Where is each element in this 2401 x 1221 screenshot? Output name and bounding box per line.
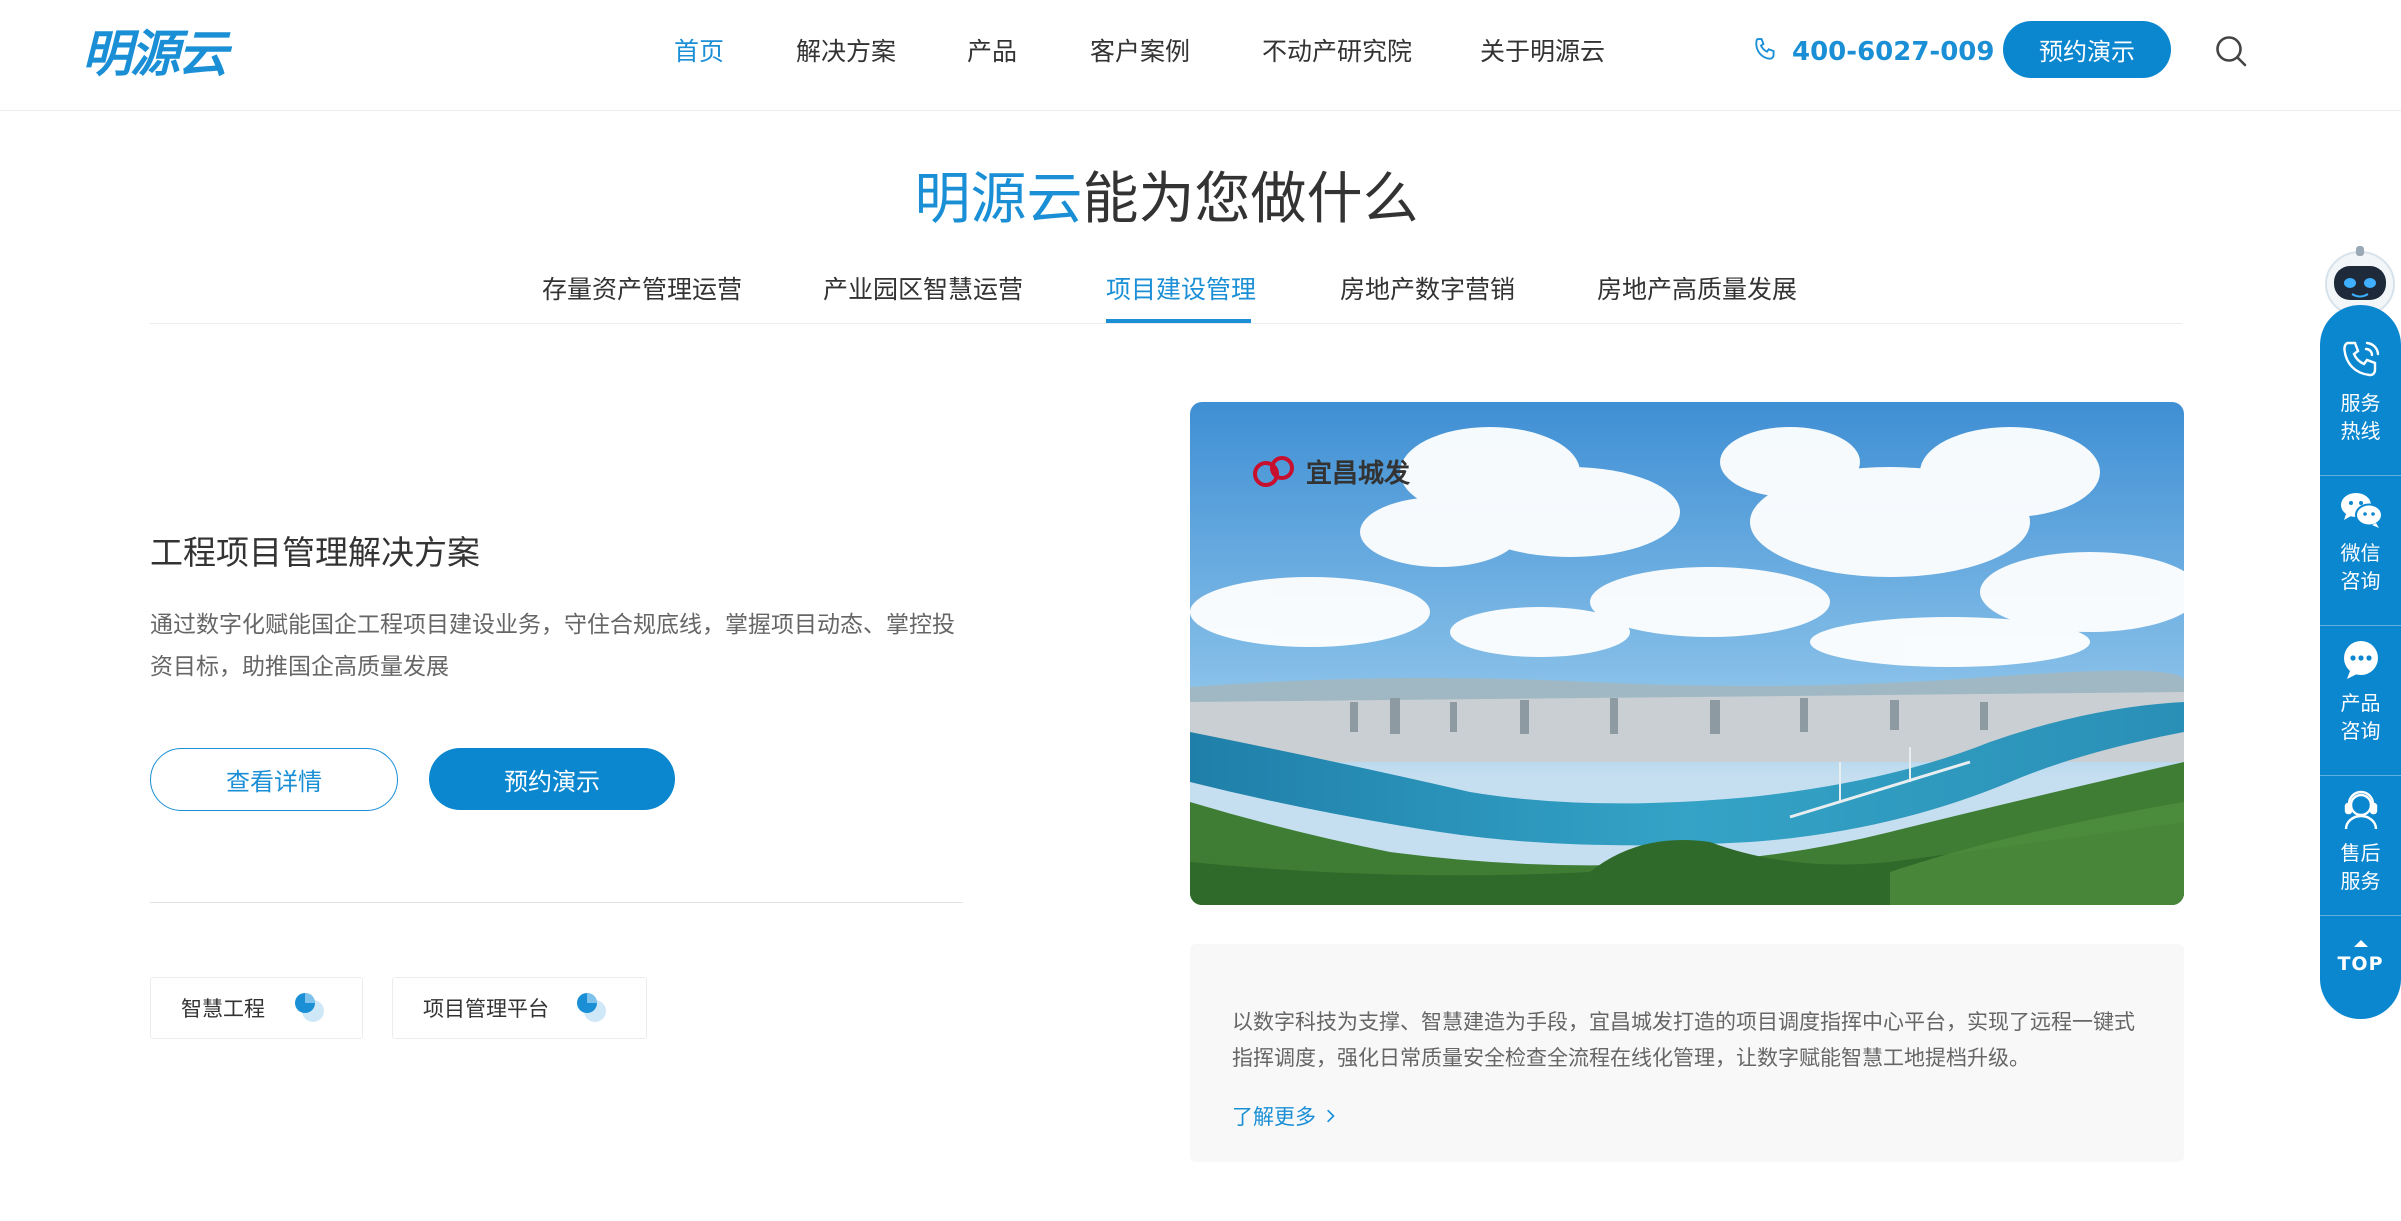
- phone-hotline[interactable]: 400-6027-009: [1752, 32, 1995, 72]
- case-photo: 宜昌城发: [1190, 402, 2184, 905]
- sidebar-item-after-sales[interactable]: 售后服务: [2320, 765, 2401, 915]
- sidebar-item-service-hotline[interactable]: 服务热线: [2320, 315, 2401, 465]
- tab-asset-operation[interactable]: 存量资产管理运营: [542, 270, 742, 310]
- chat-bubble-icon: [2338, 637, 2384, 683]
- sidebar-item-label: 产品咨询: [2340, 691, 2381, 743]
- search-icon[interactable]: [2213, 33, 2249, 69]
- float-sidebar: 服务热线 微信咨询 产品咨询 售后服务 TOP: [2320, 305, 2401, 1019]
- phone-icon: [1752, 35, 1780, 70]
- product-cube-icon: [571, 990, 611, 1026]
- learn-more-link[interactable]: 了解更多: [1232, 1102, 1336, 1132]
- tab-quality-development[interactable]: 房地产高质量发展: [1597, 270, 1797, 310]
- sidebar-item-label: 售后服务: [2340, 841, 2381, 893]
- sidebar-item-label: 服务热线: [2340, 391, 2381, 443]
- content-divider: [150, 902, 963, 903]
- sidebar-item-wechat[interactable]: 微信咨询: [2320, 465, 2401, 615]
- phone-number: 400-6027-009: [1792, 37, 1995, 67]
- tab-digital-marketing[interactable]: 房地产数字营销: [1340, 270, 1515, 310]
- product-cube-icon: [289, 990, 329, 1026]
- back-to-top-label: TOP: [2337, 952, 2384, 975]
- learn-more-label: 了解更多: [1232, 1105, 1316, 1129]
- book-demo-button[interactable]: 预约演示: [429, 748, 675, 810]
- site-header: 明源云 首页 解决方案 产品 客户案例 不动产研究院 关于明源云 400-602…: [0, 0, 2401, 111]
- solution-description: 通过数字化赋能国企工程项目建设业务，守住合规底线，掌握项目动态、掌控投资目标，助…: [150, 612, 955, 680]
- support-agent-icon: [2338, 787, 2384, 833]
- logo[interactable]: 明源云: [82, 20, 228, 83]
- section-title: 明源云能为您做什么: [0, 160, 2333, 240]
- product-chip-project-platform[interactable]: 项目管理平台: [392, 977, 647, 1039]
- sidebar-item-product-consult[interactable]: 产品咨询: [2320, 615, 2401, 765]
- tab-active-indicator: [1106, 319, 1251, 323]
- product-chip-smart-engineering[interactable]: 智慧工程: [150, 977, 363, 1039]
- case-info-card: 以数字科技为支撑、智慧建造为手段，宜昌城发打造的项目调度指挥中心平台，实现了远程…: [1190, 944, 2184, 1162]
- nav-item-research[interactable]: 不动产研究院: [1262, 34, 1412, 70]
- nav-item-cases[interactable]: 客户案例: [1090, 34, 1190, 70]
- arrow-up-icon: [2353, 939, 2368, 947]
- tab-industrial-park[interactable]: 产业园区智慧运营: [823, 270, 1023, 310]
- yichang-logo-text: 宜昌城发: [1306, 458, 1410, 489]
- tab-project-construction[interactable]: 项目建设管理: [1106, 270, 1256, 310]
- back-to-top-button[interactable]: TOP: [2320, 915, 2401, 999]
- product-chip-label: 项目管理平台: [423, 997, 549, 1021]
- view-details-button[interactable]: 查看详情: [150, 748, 398, 811]
- chevron-right-icon: [1326, 1102, 1336, 1132]
- case-description: 以数字科技为支撑、智慧建造为手段，宜昌城发打造的项目调度指挥中心平台，实现了远程…: [1232, 1010, 2135, 1070]
- section-title-rest: 能为您做什么: [1082, 167, 1419, 232]
- section-title-brand: 明源云: [914, 167, 1083, 232]
- solution-title: 工程项目管理解决方案: [150, 533, 480, 572]
- nav-item-home[interactable]: 首页: [674, 34, 724, 70]
- product-chip-label: 智慧工程: [181, 997, 265, 1021]
- tabs-divider: [150, 323, 2182, 324]
- nav-item-products[interactable]: 产品: [967, 34, 1017, 70]
- sidebar-item-label: 微信咨询: [2340, 541, 2381, 593]
- header-demo-button[interactable]: 预约演示: [2003, 21, 2171, 78]
- phone-icon: [2338, 337, 2384, 383]
- wechat-icon: [2338, 487, 2384, 533]
- nav-item-about[interactable]: 关于明源云: [1480, 34, 1605, 70]
- nav-item-solutions[interactable]: 解决方案: [796, 34, 896, 70]
